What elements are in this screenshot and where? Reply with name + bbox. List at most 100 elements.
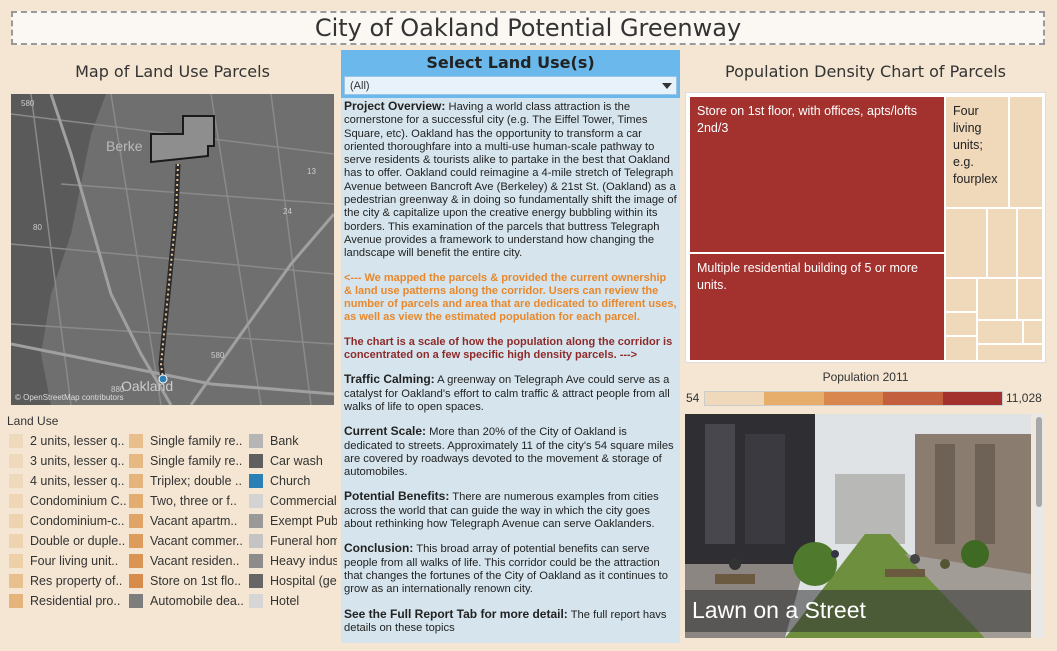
traffic-heading: Traffic Calming: xyxy=(344,372,435,387)
ramp-step xyxy=(823,392,884,405)
legend-swatch xyxy=(249,574,263,588)
legend-title: Land Use xyxy=(7,414,59,428)
legend-item[interactable]: 3 units, lesser q.. xyxy=(9,451,127,471)
telegraph-corridor[interactable] xyxy=(158,163,181,380)
ramp-step xyxy=(883,392,943,405)
legend-item[interactable]: Four living unit.. xyxy=(9,551,127,571)
legend-item[interactable]: Condominium C.. xyxy=(9,491,127,511)
project-text-panel: Project Overview: Having a world class a… xyxy=(341,98,680,643)
legend-item[interactable]: Vacant apartm.. xyxy=(129,511,243,531)
legend-label: Vacant apartm.. xyxy=(150,514,238,528)
legend-label: Vacant commer.. xyxy=(150,534,243,548)
paragraph-conclusion: Conclusion: This broad array of potentia… xyxy=(344,542,677,596)
legend-label: 3 units, lesser q.. xyxy=(30,454,125,468)
legend-swatch xyxy=(249,514,263,528)
parcel-marker[interactable] xyxy=(158,374,168,384)
treemap-block[interactable] xyxy=(946,313,976,335)
treemap-block[interactable] xyxy=(978,279,1016,319)
legend-item[interactable]: Automobile dea.. xyxy=(129,591,243,611)
legend-item[interactable]: Exempt Publ xyxy=(249,511,337,531)
treemap-block[interactable] xyxy=(1018,279,1042,319)
map-canvas[interactable]: 580 80 24 13 580 880 Berke Oakland xyxy=(11,94,334,405)
legend-item[interactable]: Hospital (ge xyxy=(249,571,337,591)
legend-swatch xyxy=(249,434,263,448)
legend-label: Store on 1st flo.. xyxy=(150,574,242,588)
legend-item[interactable]: Car wash xyxy=(249,451,337,471)
legend-swatch xyxy=(249,474,263,488)
legend-item[interactable]: Store on 1st flo.. xyxy=(129,571,243,591)
treemap-block-multi-residential[interactable]: Multiple residential building of 5 or mo… xyxy=(690,254,944,360)
campus-parcel[interactable] xyxy=(150,115,215,164)
legend-swatch xyxy=(129,494,143,508)
density-title: Population Density Chart of Parcels xyxy=(724,62,1006,81)
paragraph-full-report: See the Full Report Tab for more detail:… xyxy=(344,606,677,636)
legend-label: Two, three or f.. xyxy=(150,494,237,508)
treemap-block[interactable] xyxy=(1010,97,1042,207)
legend-label: Triplex; double .. xyxy=(150,474,242,488)
legend-swatch xyxy=(129,434,143,448)
legend-item[interactable]: Hotel xyxy=(249,591,337,611)
legend-item[interactable]: Two, three or f.. xyxy=(129,491,243,511)
greenway-photo: Lawn on a Street xyxy=(685,414,1031,638)
dashboard-title-box: City of Oakland Potential Greenway xyxy=(11,11,1045,45)
legend-item[interactable]: Vacant commer.. xyxy=(129,531,243,551)
legend-label: Double or duple.. xyxy=(30,534,126,548)
legend-item[interactable]: Condominium-c.. xyxy=(9,511,127,531)
population-max: 11,028 xyxy=(1006,391,1042,405)
legend-swatch xyxy=(9,434,23,448)
legend-item[interactable]: Res property of.. xyxy=(9,571,127,591)
map-credit[interactable]: © OpenStreetMap contributors xyxy=(15,393,124,402)
benefits-heading: Potential Benefits: xyxy=(344,489,450,504)
treemap-block[interactable] xyxy=(1018,209,1042,277)
legend-column-3: Bank Car wash Church Commercial ( Exempt Pub… xyxy=(249,431,337,611)
legend-item[interactable]: Single family re.. xyxy=(129,431,243,451)
legend-item[interactable]: Church xyxy=(249,471,337,491)
full-report-heading: See the Full Report Tab for more detail: xyxy=(344,606,568,621)
treemap-block[interactable] xyxy=(988,209,1016,277)
scrollbar-thumb[interactable] xyxy=(1036,417,1042,507)
treemap-block[interactable] xyxy=(946,337,976,360)
treemap-block[interactable] xyxy=(978,321,1022,343)
treemap-block-fourplex[interactable]: Four living units; e.g. fourplex xyxy=(946,97,1008,207)
treemap-block-store-offices[interactable]: Store on 1st floor, with offices, apts/l… xyxy=(690,97,944,252)
legend-label: Exempt Publ xyxy=(270,514,337,528)
legend-item[interactable]: Vacant residen.. xyxy=(129,551,243,571)
legend-item[interactable]: Residential pro.. xyxy=(9,591,127,611)
treemap-block[interactable] xyxy=(1024,321,1042,343)
treemap-block[interactable] xyxy=(978,345,1042,360)
legend-swatch xyxy=(129,514,143,528)
density-treemap[interactable]: Store on 1st floor, with offices, apts/l… xyxy=(685,92,1046,363)
legend-item[interactable]: Triplex; double .. xyxy=(129,471,243,491)
photo-scrollbar[interactable] xyxy=(1034,414,1044,638)
land-use-dropdown[interactable]: (All) xyxy=(344,76,677,95)
legend-item[interactable]: 2 units, lesser q.. xyxy=(9,431,127,451)
legend-swatch xyxy=(9,514,23,528)
legend-item[interactable]: Bank xyxy=(249,431,337,451)
treemap-block[interactable] xyxy=(946,279,976,311)
chevron-down-icon[interactable] xyxy=(662,83,672,89)
legend-item[interactable]: Single family re.. xyxy=(129,451,243,471)
legend-swatch xyxy=(129,454,143,468)
treemap-block[interactable] xyxy=(946,209,986,277)
legend-swatch xyxy=(129,554,143,568)
land-use-map[interactable]: 580 80 24 13 580 880 Berke Oakland © Ope… xyxy=(11,94,334,405)
dropdown-value: (All) xyxy=(350,80,370,92)
paragraph-scale: Current Scale: More than 20% of the City… xyxy=(344,425,677,479)
ramp-step xyxy=(705,392,765,405)
legend-swatch xyxy=(129,594,143,608)
legend-label: Bank xyxy=(270,434,299,448)
ramp-step xyxy=(764,392,824,405)
legend-swatch xyxy=(249,534,263,548)
legend-item[interactable]: Heavy indus xyxy=(249,551,337,571)
legend-item[interactable]: Funeral hom xyxy=(249,531,337,551)
population-color-ramp xyxy=(704,391,1003,406)
highway-label-80: 80 xyxy=(33,223,42,232)
legend-label: Hotel xyxy=(270,594,300,608)
legend-item[interactable]: 4 units, lesser q.. xyxy=(9,471,127,491)
legend-item[interactable]: Double or duple.. xyxy=(9,531,127,551)
overview-body: Having a world class attraction is the c… xyxy=(344,101,677,260)
highway-label-13: 13 xyxy=(307,167,316,176)
legend-item[interactable]: Commercial ( xyxy=(249,491,337,511)
legend-swatch xyxy=(249,494,263,508)
legend-label: 4 units, lesser q.. xyxy=(30,474,125,488)
